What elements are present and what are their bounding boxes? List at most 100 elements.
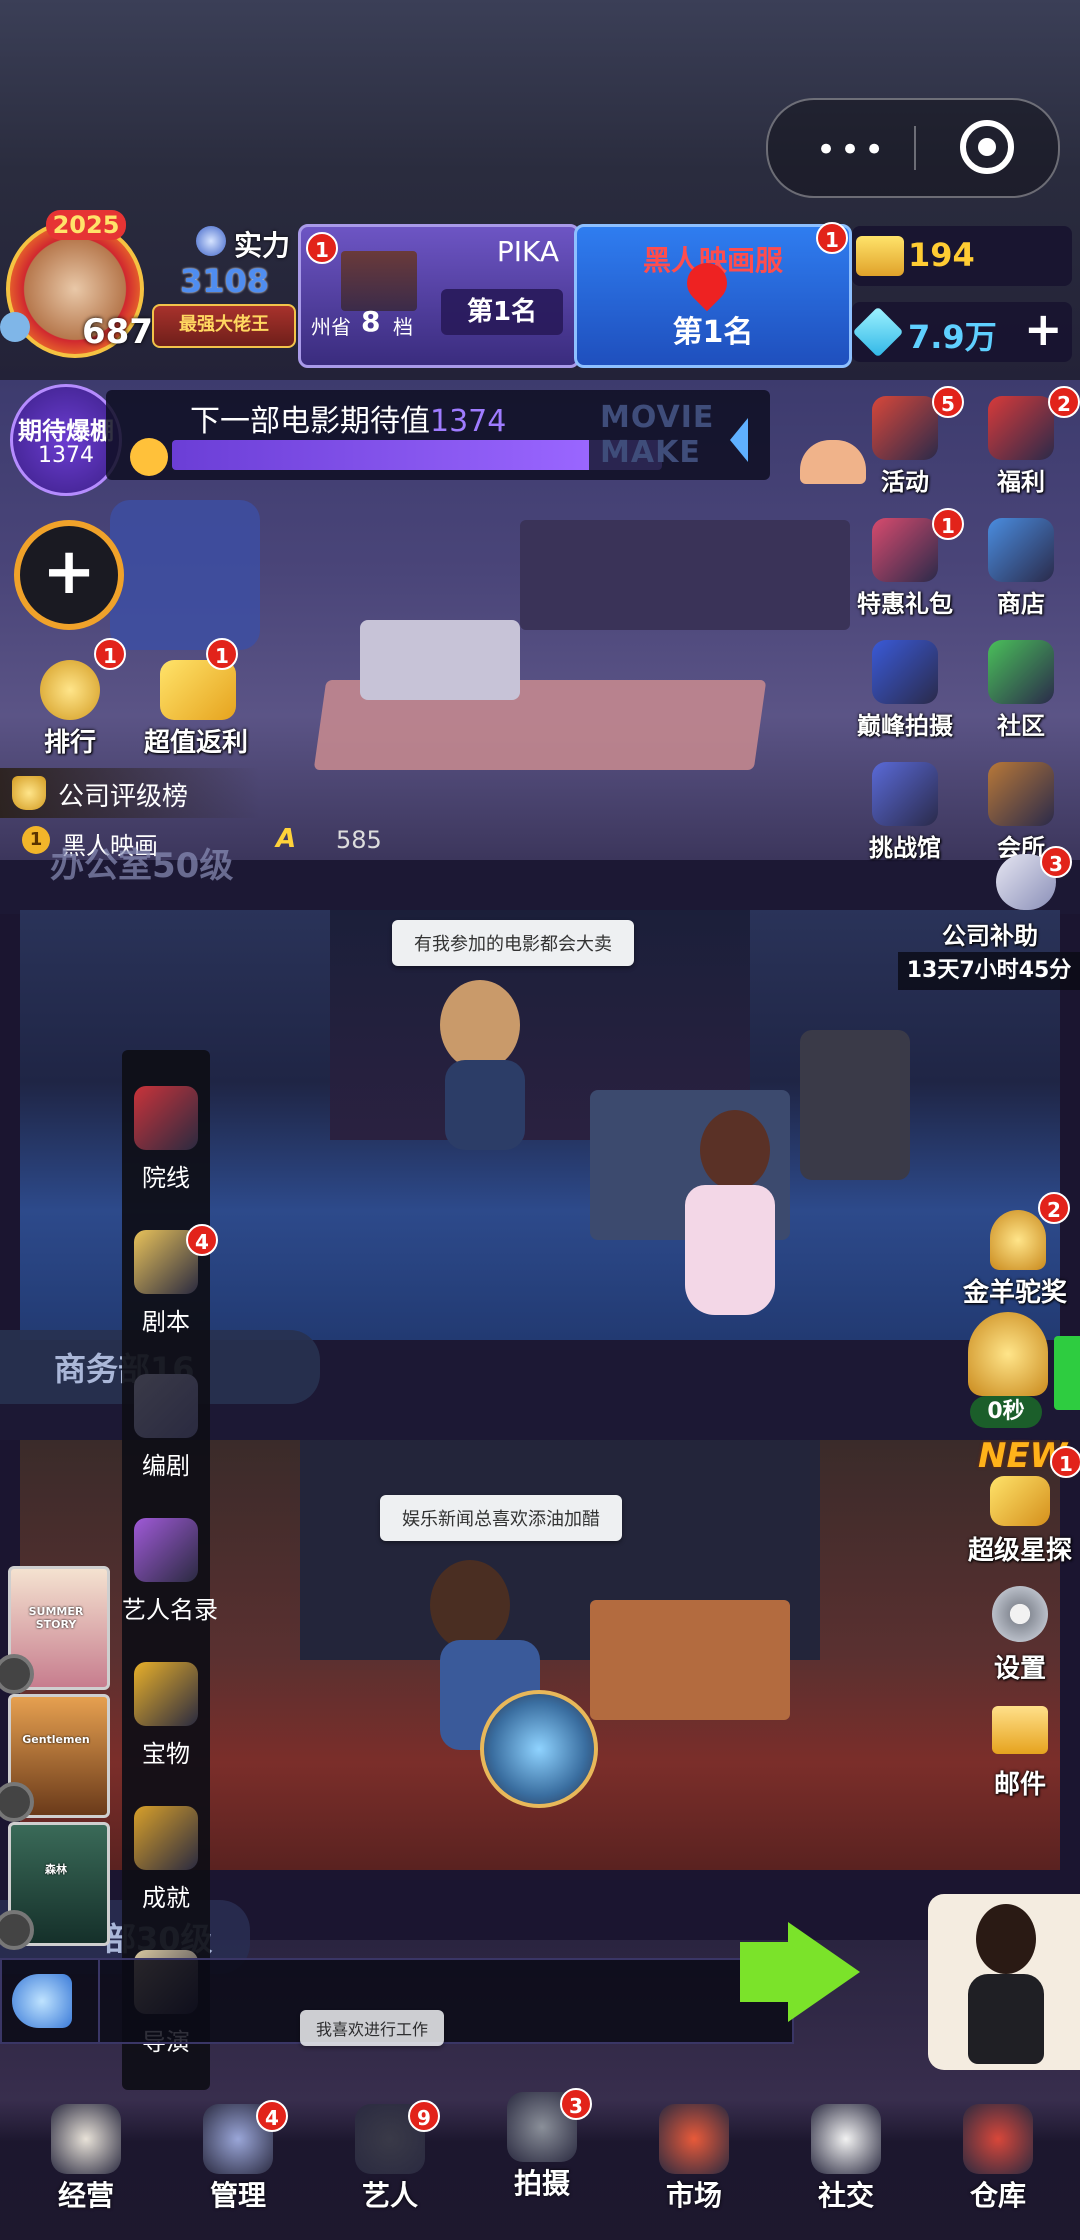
rank-card-server-badge: 1 xyxy=(816,222,848,254)
management-menu-item[interactable]: 艺人名录 xyxy=(122,1518,218,1625)
add-diamond-button[interactable]: + xyxy=(1024,302,1063,356)
nav-item[interactable]: 拍摄 3 xyxy=(482,2088,602,2202)
chat-icon xyxy=(988,640,1054,704)
movie-make-sign: MOVIE MAKE xyxy=(600,400,715,470)
office-sofa xyxy=(110,500,260,650)
speech-bubble-room3: 娱乐新闻总喜欢添油加醋 xyxy=(380,1495,622,1541)
ranking-label: 排行 xyxy=(43,728,96,758)
scout-icon xyxy=(990,1476,1050,1526)
gold-value: 194 xyxy=(908,236,975,274)
title-badge: 最强大佬王 xyxy=(152,304,296,348)
golden-award-button[interactable]: 2 金羊驼奖 xyxy=(960,1190,1080,1310)
movie-poster-caption: 森林 xyxy=(45,1863,67,1876)
company-grade: A xyxy=(276,824,297,854)
management-menu-badge: 4 xyxy=(186,1224,218,1256)
ticket-currency-icon xyxy=(856,236,904,276)
company-rank-medal: 1 xyxy=(22,826,50,854)
right-menu-label: 福利 xyxy=(997,468,1045,496)
right-menu-item[interactable]: 活动 5 xyxy=(850,386,964,502)
rank-card-server[interactable]: 黑人映画服 第1名 xyxy=(574,224,852,368)
right-menu-label: 活动 xyxy=(881,468,929,496)
super-scout-badge: 1 xyxy=(1050,1446,1080,1478)
rebate-badge: 1 xyxy=(206,638,238,670)
rebate-button[interactable]: 超值返利 1 xyxy=(136,638,256,758)
more-icon[interactable]: ••• xyxy=(816,130,888,170)
close-target-icon[interactable] xyxy=(960,120,1014,174)
management-menu-item[interactable]: 宝物 xyxy=(122,1662,210,1769)
coffee-icon xyxy=(811,2104,881,2174)
popcorn-icon xyxy=(51,2104,121,2174)
ranking-button[interactable]: 排行 1 xyxy=(30,638,126,758)
management-menu-item[interactable]: 编剧 xyxy=(122,1374,210,1481)
nav-item[interactable]: 经营 xyxy=(26,2104,146,2214)
secretary-card[interactable] xyxy=(928,1894,1080,2070)
nav-badge: 9 xyxy=(408,2100,440,2132)
mini-program-capsule: ••• xyxy=(766,98,1060,198)
right-menu-item[interactable]: 社区 xyxy=(966,636,1076,746)
broadcast-speaker-icon xyxy=(12,1974,72,2028)
management-menu-label: 艺人名录 xyxy=(122,1596,218,1624)
present-icon xyxy=(988,396,1054,460)
golden-award-label: 金羊驼奖 xyxy=(962,1278,1067,1308)
right-menu-label: 巅峰拍摄 xyxy=(857,712,953,740)
company-subsidy-label: 公司补助 xyxy=(942,922,1038,950)
warehouse-icon xyxy=(963,2104,1033,2174)
management-menu-item[interactable]: 成就 xyxy=(122,1806,210,1913)
add-button[interactable]: + xyxy=(14,520,124,630)
nav-item[interactable]: 社交 xyxy=(786,2104,906,2214)
settings-button[interactable]: 设置 xyxy=(980,1586,1060,1696)
right-menu-item[interactable]: 巅峰拍摄 xyxy=(850,636,960,746)
management-menu-item[interactable]: 剧本 4 xyxy=(122,1224,218,1337)
club-icon xyxy=(988,762,1054,826)
trophy-timer-button[interactable]: 0秒 xyxy=(960,1312,1052,1434)
nav-item[interactable]: 管理 4 xyxy=(178,2100,298,2214)
secretary-body xyxy=(968,1974,1044,2064)
management-menu-item[interactable]: 院线 xyxy=(122,1086,210,1193)
diamond-counter[interactable]: 7.9万 + xyxy=(852,302,1072,362)
character-man[interactable] xyxy=(440,980,520,1070)
hype-badge-value: 1374 xyxy=(38,443,94,468)
green-side-tab[interactable] xyxy=(1054,1336,1080,1410)
management-menu-label: 宝物 xyxy=(142,1740,190,1768)
nav-label: 拍摄 xyxy=(513,2167,570,2200)
rank-card-pika-rank: 第1名 xyxy=(441,289,563,335)
company-subsidy-button[interactable]: 3 公司补助 13天7小时45分 xyxy=(898,842,1080,992)
nav-item[interactable]: 仓库 xyxy=(938,2104,1058,2214)
mystery-box-icon[interactable] xyxy=(480,1690,598,1808)
speech-bubble-bottom: 我喜欢进行工作 xyxy=(300,2010,445,2046)
rank-card-pika-badge: 1 xyxy=(306,232,338,264)
gift-box-icon xyxy=(872,396,938,460)
right-menu-item[interactable]: 商店 xyxy=(966,514,1076,624)
diamond-value: 7.9万 xyxy=(908,318,997,356)
shop-icon xyxy=(988,518,1054,582)
right-menu-item[interactable]: 特惠礼包 1 xyxy=(850,508,964,624)
heart-eyes-emoji-icon xyxy=(130,438,168,476)
office-table xyxy=(360,620,520,700)
alpaca-award-icon xyxy=(990,1210,1046,1270)
roster-icon xyxy=(134,1518,198,1582)
nav-label: 社交 xyxy=(817,2179,874,2212)
year-badge: 2025 xyxy=(46,210,126,240)
right-menu-item[interactable]: 福利 2 xyxy=(966,386,1080,502)
character-reporter[interactable] xyxy=(430,1560,510,1650)
collapse-arrow-icon[interactable] xyxy=(730,418,748,462)
capsule-separator xyxy=(914,126,916,170)
company-rating-title: 公司评级榜 xyxy=(58,782,189,812)
super-scout-button[interactable]: NEW 1 超级星探 xyxy=(960,1436,1080,1566)
nav-item[interactable]: 艺人 9 xyxy=(330,2100,450,2214)
speech-bubble-room2: 有我参加的电影都会大卖 xyxy=(392,920,634,966)
trophy-icon xyxy=(40,660,100,720)
super-scout-label: 超级星探 xyxy=(967,1536,1072,1566)
mail-button[interactable]: 邮件 xyxy=(980,1702,1060,1812)
management-menu-label: 编剧 xyxy=(142,1452,190,1480)
company-rating-banner[interactable]: 公司评级榜 xyxy=(0,768,260,818)
right-menu-badge: 1 xyxy=(932,508,964,540)
expectation-panel[interactable]: 期待爆棚 1374 下一部电影期待值1374 MOVIE MAKE xyxy=(0,382,780,496)
player-panel[interactable]: 2025 687 实力 3108万 最强大佬王 xyxy=(0,210,296,360)
rank-card-pika[interactable]: PIKA 州省 8 档 第1名 xyxy=(298,224,580,368)
gold-counter[interactable]: 194 xyxy=(852,226,1072,286)
nav-item[interactable]: 市场 xyxy=(634,2104,754,2214)
office-desk xyxy=(520,520,850,630)
character-woman[interactable] xyxy=(700,1110,770,1190)
writer-icon xyxy=(134,1374,198,1438)
